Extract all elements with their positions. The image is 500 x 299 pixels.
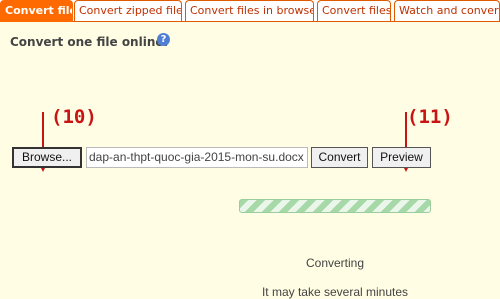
status-text: Converting	[305, 256, 365, 270]
tab-bar: Convert file Convert zipped files Conver…	[0, 0, 500, 22]
tab-convert-file[interactable]: Convert file	[0, 0, 73, 22]
tab-convert-zipped-files[interactable]: Convert zipped files	[74, 0, 182, 21]
browse-button[interactable]: Browse...	[12, 147, 82, 168]
status-note: It may take several minutes	[261, 285, 409, 299]
convert-button[interactable]: Convert	[311, 147, 368, 168]
tab-convert-files-in-browser[interactable]: Convert files in browser	[185, 0, 314, 21]
progress-bar	[239, 199, 431, 213]
preview-button[interactable]: Preview	[372, 147, 431, 168]
tab-convert-files[interactable]: Convert files	[317, 0, 391, 21]
page-heading: Convert one file online:	[10, 35, 169, 49]
question-icon[interactable]: ?	[157, 33, 170, 46]
annotation-label-right: (11)	[407, 106, 453, 128]
file-name-field[interactable]: dap-an-thpt-quoc-gia-2015-mon-su.docx	[86, 147, 308, 168]
annotation-label-left: (10)	[51, 106, 97, 128]
tab-watch-and-convert[interactable]: Watch and convert	[394, 0, 500, 21]
